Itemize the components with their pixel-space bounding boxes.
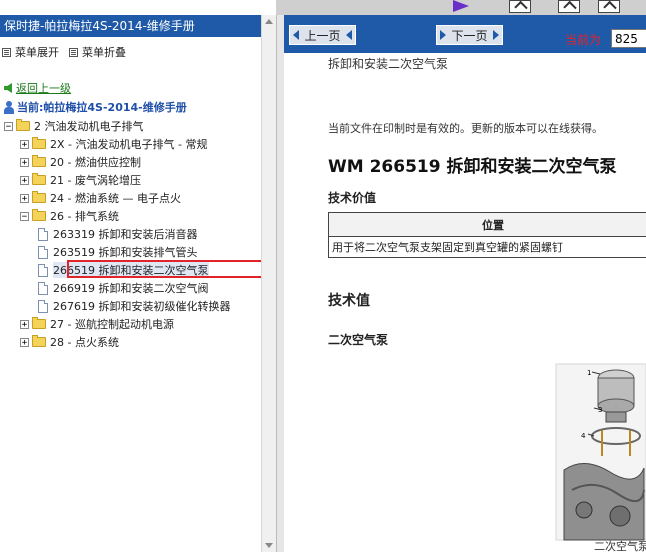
- tree-folder-item[interactable]: +2X - 汽油发动机电子排气 - 常规: [20, 135, 207, 153]
- tree-item-label: 24 - 燃油系统 — 电子点火: [50, 192, 181, 205]
- menu-collapse-label: 菜单折叠: [82, 46, 126, 59]
- tree-item-label: 20 - 燃油供应控制: [50, 156, 141, 169]
- expand-toggle-icon[interactable]: +: [20, 337, 29, 347]
- menu-expand-label: 菜单展开: [15, 46, 59, 59]
- document-title: WM 266519 拆卸和安装二次空气泵: [328, 157, 617, 177]
- toc-title: 保时捷-帕拉梅拉4S-2014-维修手册: [0, 15, 276, 37]
- tree-item-label: 27 - 巡航控制起动机电源: [50, 318, 174, 331]
- prev-page-button[interactable]: 上一页: [289, 25, 356, 45]
- document-icon: [38, 227, 48, 241]
- triangle-left-icon: [293, 30, 299, 40]
- secondary-air-pump-figure: 1 3 4: [554, 360, 646, 552]
- tree-folder-item[interactable]: +27 - 巡航控制起动机电源: [20, 315, 174, 333]
- expand-toggle-icon[interactable]: +: [20, 193, 29, 203]
- figure-caption: 二次空气泵: [594, 540, 646, 552]
- document-icon: [38, 299, 48, 313]
- tree-doc-item[interactable]: 263519 拆卸和安装排气管头: [38, 243, 198, 261]
- tree-item-label: 21 - 废气涡轮增压: [50, 174, 141, 187]
- menu-expand-button[interactable]: 菜单展开: [2, 43, 59, 61]
- tree-item-label: 266919 拆卸和安装二次空气阀: [53, 282, 209, 295]
- menu-collapse-icon: [69, 47, 78, 57]
- folder-icon: [32, 173, 46, 185]
- toolbar-button-1[interactable]: [509, 0, 531, 13]
- folder-icon: [32, 137, 46, 149]
- scroll-down-icon[interactable]: [265, 543, 273, 548]
- validity-notice: 当前文件在印制时是有效的。更新的版本可以在线获得。: [328, 122, 603, 135]
- document-heading: 拆卸和安装二次空气泵: [328, 57, 449, 71]
- triangle-right-icon: [440, 30, 446, 40]
- folder-icon: [32, 191, 46, 203]
- section-tech-value: 技术价值: [328, 191, 377, 205]
- toc-pane: 保时捷-帕拉梅拉4S-2014-维修手册 菜单展开 菜单折叠 返回上一级 当前:…: [0, 0, 276, 552]
- tree-folder-item[interactable]: − 26 - 排气系统: [20, 207, 119, 225]
- tree-item-label: 266519 拆卸和安装二次空气泵: [53, 262, 209, 278]
- prev-page-label: 上一页: [304, 28, 341, 43]
- tree-folder-item[interactable]: +28 - 点火系统: [20, 333, 119, 351]
- table-row: 用于将二次空气泵支架固定到真空罐的紧固螺钉: [328, 236, 646, 258]
- current-page-input[interactable]: [611, 29, 646, 48]
- tree-doc-item[interactable]: 266519 拆卸和安装二次空气泵: [38, 261, 209, 279]
- tree-folder-item[interactable]: − 2 汽油发动机电子排气: [4, 117, 144, 135]
- document-icon: [38, 281, 48, 295]
- folder-icon: [32, 155, 46, 167]
- collapse-toggle-icon[interactable]: −: [4, 121, 13, 131]
- tech-value-table: 位置 用于将二次空气泵支架固定到真空罐的紧固螺钉: [328, 212, 646, 258]
- next-page-label: 下一页: [451, 28, 488, 43]
- tree-item-label: 2 汽油发动机电子排气: [34, 120, 144, 133]
- toolbar-button-2[interactable]: [558, 0, 580, 13]
- document-icon: [38, 245, 48, 259]
- tree-folder-item[interactable]: +20 - 燃油供应控制: [20, 153, 141, 171]
- user-icon: [4, 100, 14, 114]
- expand-toggle-icon[interactable]: +: [20, 157, 29, 167]
- document-view: 拆卸和安装二次空气泵 当前文件在印制时是有效的。更新的版本可以在线获得。 WM …: [284, 53, 646, 552]
- folder-icon: [32, 335, 46, 347]
- menu-toggle-row: 菜单展开 菜单折叠: [2, 43, 126, 61]
- menu-expand-icon: [2, 47, 11, 57]
- expand-toggle-icon[interactable]: +: [20, 139, 29, 149]
- tree-item-label: 2X - 汽油发动机电子排气 - 常规: [50, 138, 208, 151]
- tree-item-label: 26 - 排气系统: [50, 210, 119, 223]
- expand-toggle-icon[interactable]: +: [20, 175, 29, 185]
- section-secondary-air-pump: 二次空气泵: [328, 333, 389, 347]
- current-location: 当前:帕拉梅拉4S-2014-维修手册: [4, 99, 187, 115]
- tree-folder-item[interactable]: +24 - 燃油系统 — 电子点火: [20, 189, 181, 207]
- back-row: 返回上一级: [4, 80, 71, 96]
- table-cell: 用于将二次空气泵支架固定到真空罐的紧固螺钉: [328, 236, 646, 258]
- folder-icon: [32, 209, 46, 221]
- next-page-button[interactable]: 下一页: [436, 25, 503, 45]
- triangle-left-icon: [345, 30, 352, 40]
- tree-doc-item[interactable]: 267619 拆卸和安装初级催化转换器: [38, 297, 231, 315]
- back-link[interactable]: 返回上一级: [16, 80, 71, 96]
- current-page-label: 当前为: [565, 31, 602, 48]
- play-arrow-icon[interactable]: [453, 0, 469, 12]
- collapse-toggle-icon[interactable]: −: [20, 211, 29, 221]
- callout-1: 1: [587, 369, 591, 377]
- section-tech-value-2: 技术值: [328, 293, 370, 309]
- tree-doc-item[interactable]: 263319 拆卸和安装后消音器: [38, 225, 198, 243]
- tree-item-label: 263319 拆卸和安装后消音器: [53, 228, 198, 241]
- callout-4: 4: [581, 432, 586, 440]
- folder-icon: [32, 317, 46, 329]
- document-icon: [38, 263, 48, 277]
- toolbar-button-3[interactable]: [598, 0, 620, 13]
- current-location-label: 当前:帕拉梅拉4S-2014-维修手册: [17, 101, 187, 114]
- folder-icon: [16, 119, 30, 131]
- tree-item-label: 28 - 点火系统: [50, 336, 119, 349]
- tree-folder-item[interactable]: +21 - 废气涡轮增压: [20, 171, 141, 189]
- toc-scrollbar[interactable]: [261, 15, 276, 552]
- tree-doc-item[interactable]: 266919 拆卸和安装二次空气阀: [38, 279, 209, 297]
- table-header-position: 位置: [328, 212, 646, 237]
- expand-toggle-icon[interactable]: +: [20, 319, 29, 329]
- tree-item-label: 263519 拆卸和安装排气管头: [53, 246, 198, 259]
- callout-3: 3: [598, 406, 602, 414]
- menu-collapse-button[interactable]: 菜单折叠: [69, 43, 126, 61]
- tree-item-label: 267619 拆卸和安装初级催化转换器: [53, 300, 231, 313]
- triangle-right-icon: [492, 30, 499, 40]
- back-arrow-icon[interactable]: [4, 83, 12, 93]
- scroll-up-icon[interactable]: [265, 19, 273, 24]
